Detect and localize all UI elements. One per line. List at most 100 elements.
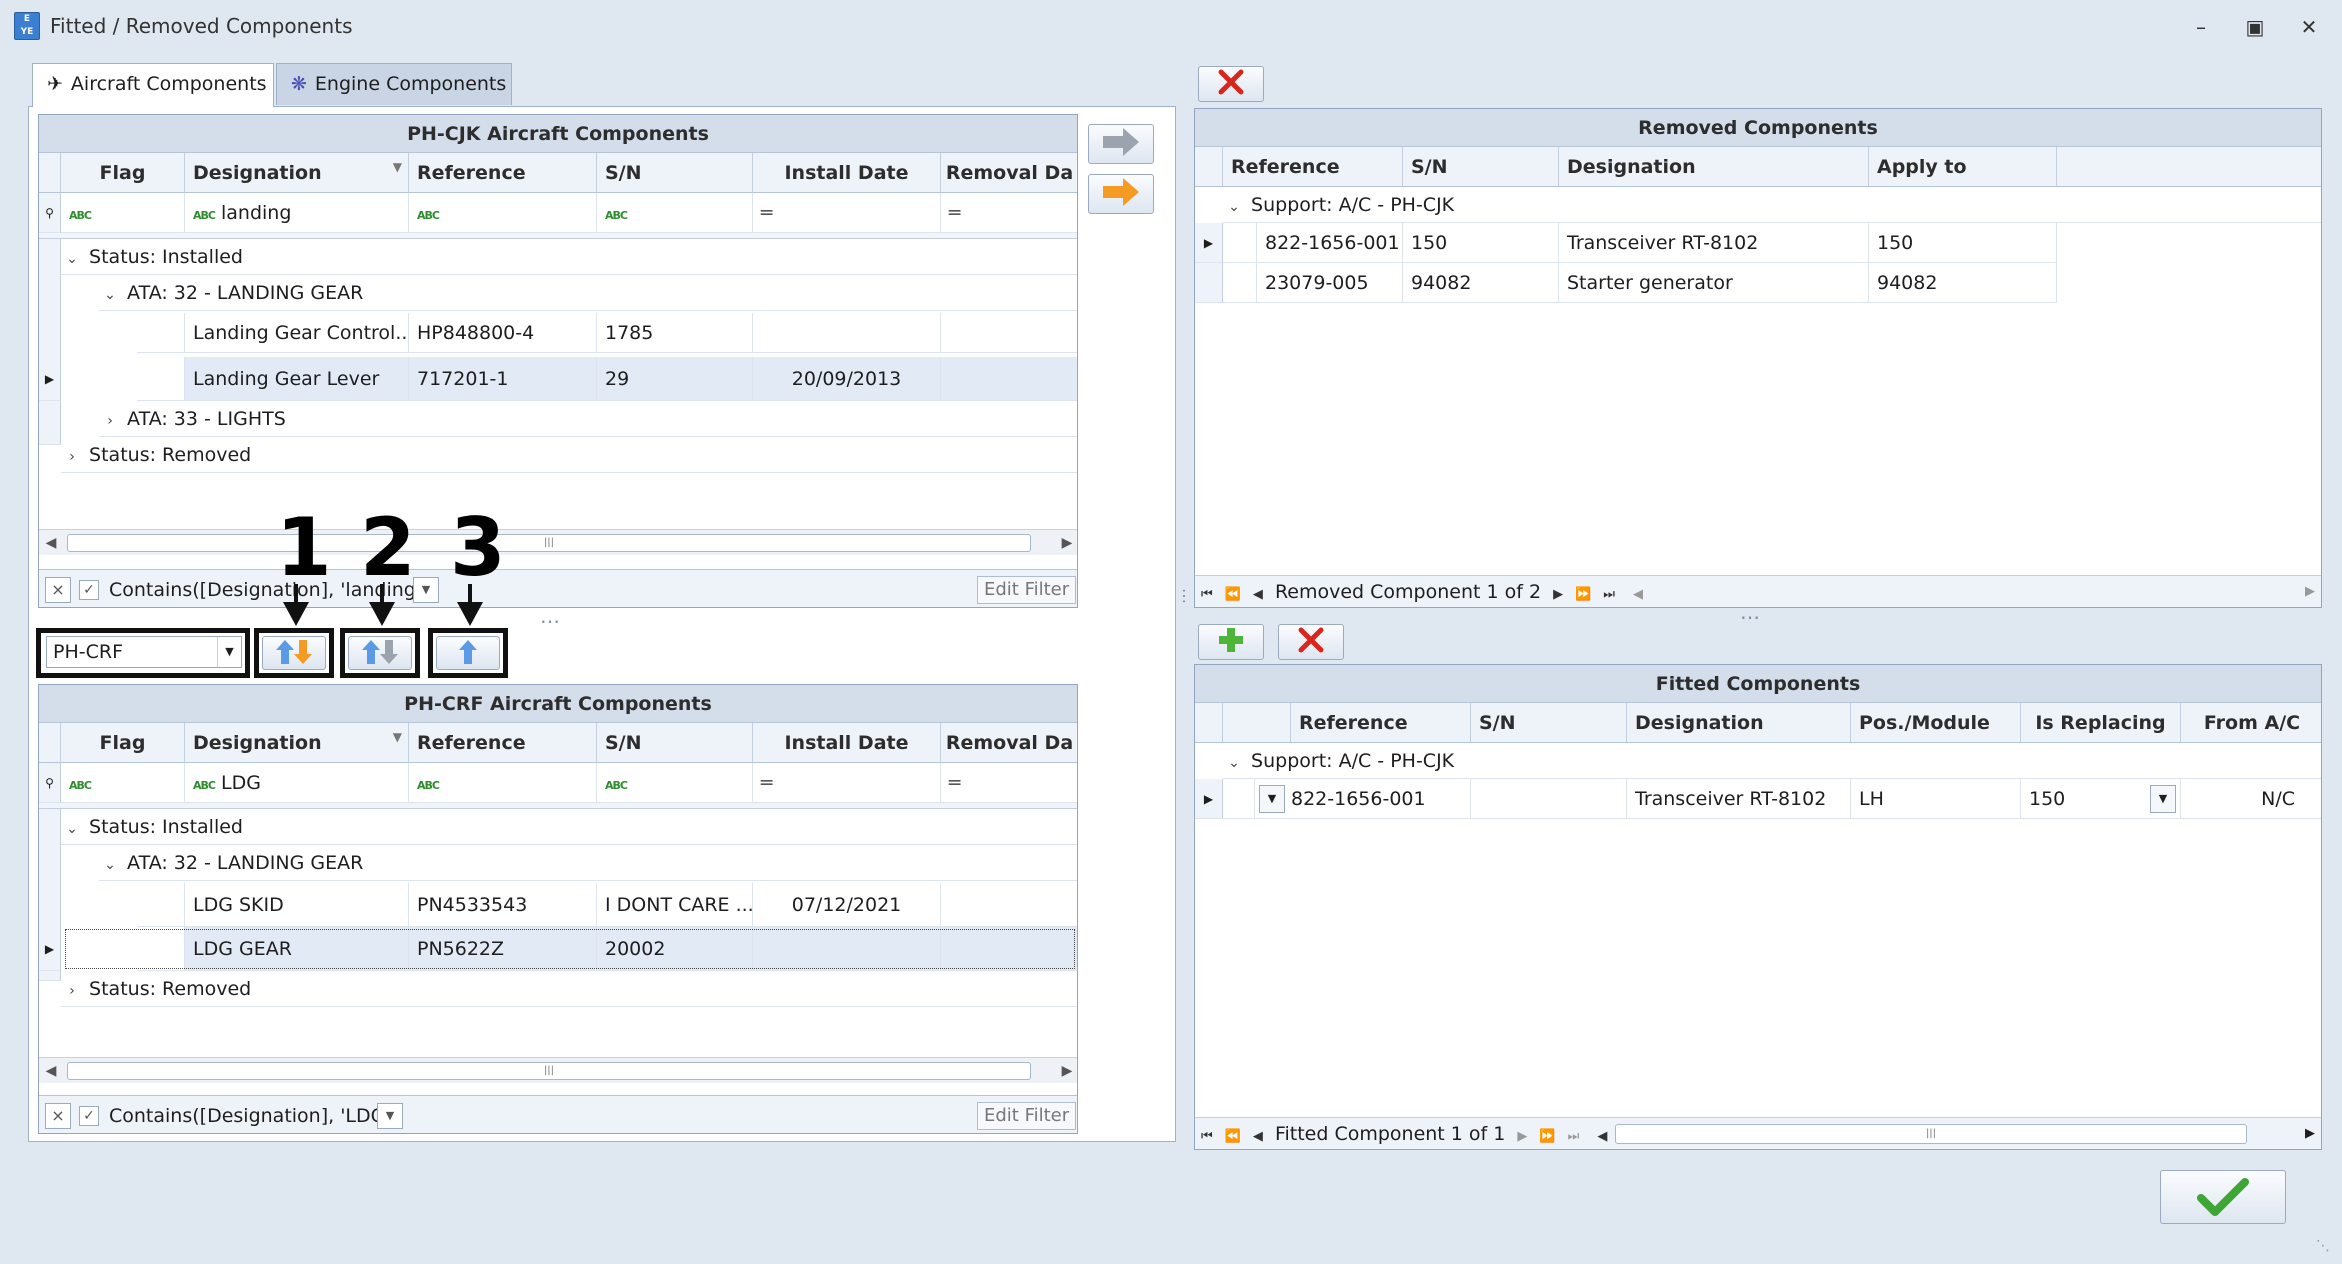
last-record-icon[interactable]: ⏭	[1603, 579, 1615, 607]
cell-removal-date[interactable]	[941, 313, 1077, 353]
remove-fitted-button[interactable]	[1278, 624, 1344, 660]
column-header-apply-to[interactable]: Apply to	[1869, 147, 2057, 187]
filter-cell-designation[interactable]: ABC landing	[185, 193, 409, 233]
column-header-sn[interactable]: S/N	[1471, 703, 1627, 743]
clear-filter-icon[interactable]: ×	[45, 1103, 71, 1129]
chevron-right-icon[interactable]: ›	[61, 439, 83, 475]
cell-install-date[interactable]	[753, 313, 941, 353]
column-header-sn[interactable]: S/N	[597, 153, 753, 193]
edit-filter-button[interactable]: Edit Filter	[977, 1102, 1077, 1130]
filter-cell-removal-date[interactable]: ═	[941, 193, 1077, 233]
cell-apply-to[interactable]: 150	[1869, 223, 2057, 263]
chevron-down-icon[interactable]: ⌄	[99, 277, 121, 313]
scroll-left-icon[interactable]: ◀	[39, 1058, 63, 1084]
cell-from-ac[interactable]: N/C	[2181, 779, 2321, 819]
transfer-right-button[interactable]	[1088, 174, 1154, 214]
cell-sn[interactable]: 1785	[597, 313, 753, 353]
scroll-thumb[interactable]: |||	[67, 534, 1031, 552]
is-replacing-select[interactable]: 150 ▼	[2021, 779, 2181, 819]
chevron-down-icon[interactable]: ⌄	[99, 847, 121, 883]
chevron-down-icon[interactable]: ⌄	[61, 241, 83, 277]
filter-cell-flag[interactable]: ABC	[61, 193, 185, 233]
resize-grip-icon[interactable]: ⋱	[2316, 1238, 2330, 1254]
group-status-installed[interactable]: ⌄ Status: Installed	[61, 809, 1077, 847]
column-header-reference[interactable]: Reference	[1291, 703, 1471, 743]
prev-page-icon[interactable]: ⏪	[1225, 1121, 1241, 1149]
cell-removal-date[interactable]	[941, 883, 1077, 927]
filter-enable-checkbox[interactable]: ✓	[79, 580, 99, 600]
chevron-right-icon[interactable]: ›	[61, 973, 83, 1009]
cell-designation[interactable]: Transceiver RT-8102	[1627, 779, 1851, 819]
cell-sn[interactable]: 150	[1403, 223, 1559, 263]
chevron-down-icon[interactable]: ▼	[2150, 785, 2176, 813]
remove-removed-button[interactable]	[1198, 66, 1264, 102]
last-record-icon[interactable]: ⏭	[1568, 1121, 1580, 1149]
cell-sn[interactable]: 94082	[1403, 263, 1559, 303]
group-support-ac[interactable]: ⌄ Support: A/C - PH-CJK	[1223, 743, 2321, 781]
splitter-grip-icon[interactable]: …	[540, 604, 562, 628]
first-record-icon[interactable]: ⏮	[1201, 1121, 1213, 1149]
cell-reference[interactable]: ▼ 822-1656-001	[1255, 779, 1471, 819]
group-ata-32[interactable]: ⌄ ATA: 32 - LANDING GEAR	[99, 275, 1077, 313]
group-status-installed[interactable]: ⌄ Status: Installed	[61, 239, 1077, 277]
cell-reference[interactable]: PN4533543	[409, 883, 597, 927]
scroll-left-icon[interactable]: ◀	[39, 530, 63, 556]
column-header-designation[interactable]: Designation ▼	[185, 723, 409, 763]
cell-reference[interactable]: 717201-1	[409, 357, 597, 401]
add-fitted-button[interactable]	[1198, 624, 1264, 660]
first-record-icon[interactable]: ⏮	[1201, 579, 1213, 607]
cell-sn[interactable]	[1471, 779, 1627, 819]
close-icon[interactable]: ✕	[2294, 14, 2324, 40]
prev-record-icon[interactable]: ◀	[1253, 579, 1263, 607]
cell-apply-to[interactable]: 94082	[1869, 263, 2057, 303]
scroll-thumb[interactable]: |||	[1615, 1124, 2247, 1144]
column-header-is-replacing[interactable]: Is Replacing	[2021, 703, 2181, 743]
column-header-sn[interactable]: S/N	[597, 723, 753, 763]
next-record-icon[interactable]: ▶	[1553, 579, 1563, 607]
column-header-designation[interactable]: Designation	[1627, 703, 1851, 743]
column-header-pos-module[interactable]: Pos./Module	[1851, 703, 2021, 743]
chevron-down-icon[interactable]: ⌄	[1223, 745, 1245, 781]
scroll-right-icon[interactable]: ▶	[2305, 576, 2315, 607]
horizontal-scrollbar[interactable]: ◀ ||| ▶	[39, 529, 1077, 556]
scroll-left-icon[interactable]: ◀	[1633, 579, 1643, 607]
clear-filter-icon[interactable]: ×	[45, 577, 71, 603]
next-page-icon[interactable]: ⏩	[1575, 579, 1591, 607]
group-status-removed[interactable]: › Status: Removed	[61, 437, 1077, 475]
chevron-down-icon[interactable]: ⌄	[61, 811, 83, 847]
vertical-splitter-grip-icon[interactable]: …	[1179, 588, 1198, 604]
scroll-right-icon[interactable]: ▶	[2305, 1118, 2315, 1149]
row-expand-dropdown-icon[interactable]: ▼	[1259, 785, 1285, 813]
group-ata-33[interactable]: › ATA: 33 - LIGHTS	[99, 401, 1077, 439]
column-header-removal-date[interactable]: Removal Da	[941, 723, 1077, 763]
horizontal-scrollbar[interactable]: ◀ ||| ▶	[39, 1057, 1077, 1084]
cell-pos-module[interactable]: LH	[1851, 779, 2021, 819]
cell-sn[interactable]: I DONT CARE ...	[597, 883, 753, 927]
maximize-icon[interactable]: ▣	[2240, 14, 2270, 40]
cell-designation[interactable]: LDG SKID	[185, 883, 409, 927]
cell-removal-date[interactable]	[941, 357, 1077, 401]
next-record-icon[interactable]: ▶	[1517, 1121, 1527, 1149]
column-header-reference[interactable]: Reference	[409, 723, 597, 763]
filter-cell-flag[interactable]: ABC	[61, 763, 185, 803]
group-support-ac[interactable]: ⌄ Support: A/C - PH-CJK	[1223, 187, 2321, 223]
chevron-right-icon[interactable]: ›	[99, 403, 121, 439]
filter-cell-sn[interactable]: ABC	[597, 763, 753, 803]
column-header-sn[interactable]: S/N	[1403, 147, 1559, 187]
filter-cell-install-date[interactable]: ═	[753, 193, 941, 233]
filter-icon[interactable]: ▼	[393, 153, 402, 187]
transfer-right-gray-button[interactable]	[1088, 124, 1154, 164]
prev-record-icon[interactable]: ◀	[1253, 1121, 1263, 1149]
next-page-icon[interactable]: ⏩	[1539, 1121, 1555, 1149]
splitter-grip-icon[interactable]: …	[1740, 600, 1762, 624]
column-header-reference[interactable]: Reference	[409, 153, 597, 193]
tab-engine-components[interactable]: ❋ Engine Components	[276, 63, 512, 105]
cell-designation[interactable]: Starter generator	[1559, 263, 1869, 303]
scroll-thumb[interactable]: |||	[67, 1062, 1031, 1080]
ok-button[interactable]	[2160, 1170, 2286, 1224]
filter-cell-reference[interactable]: ABC	[409, 763, 597, 803]
filter-cell-reference[interactable]: ABC	[409, 193, 597, 233]
filter-cell-removal-date[interactable]: ═	[941, 763, 1077, 803]
cell-reference[interactable]: HP848800-4	[409, 313, 597, 353]
edit-filter-button[interactable]: Edit Filter	[977, 576, 1077, 604]
